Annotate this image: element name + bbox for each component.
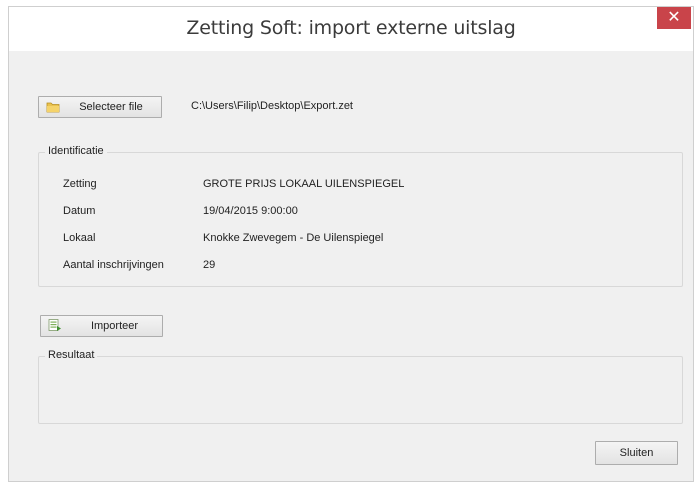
import-label: Importeer [90,320,139,332]
import-button[interactable]: Importeer [40,315,163,337]
field-label: Zetting [63,178,97,190]
result-legend: Resultaat [45,349,98,361]
window-close-button[interactable]: ✕ [657,7,691,29]
select-file-label: Selecteer file [79,101,143,113]
result-group: Resultaat [38,349,683,424]
window-title: Zetting Soft: import externe uitslag [186,17,516,39]
title-bar: Zetting Soft: import externe uitslag ✕ [9,7,693,51]
select-file-button[interactable]: Selecteer file [38,96,162,118]
field-value: 29 [203,259,216,271]
field-value: Knokke Zwevegem - De Uilenspiegel [203,232,384,244]
dialog-content: Selecteer file C:\Users\Filip\Desktop\Ex… [9,51,693,481]
identification-legend: Identificatie [45,145,107,157]
close-dialog-button[interactable]: Sluiten [595,441,678,465]
field-value: 19/04/2015 9:00:00 [203,205,298,217]
field-label: Lokaal [63,232,96,244]
field-label: Datum [63,205,96,217]
identification-group: Identificatie Zetting GROTE PRIJS LOKAAL… [38,145,683,287]
field-label: Aantal inschrijvingen [63,259,164,271]
field-value: GROTE PRIJS LOKAAL UILENSPIEGEL [203,178,405,190]
close-dialog-label: Sluiten [619,447,654,459]
dialog-window: Zetting Soft: import externe uitslag ✕ S… [8,6,694,482]
close-icon: ✕ [667,9,681,26]
file-path-text: C:\Users\Filip\Desktop\Export.zet [191,100,353,112]
